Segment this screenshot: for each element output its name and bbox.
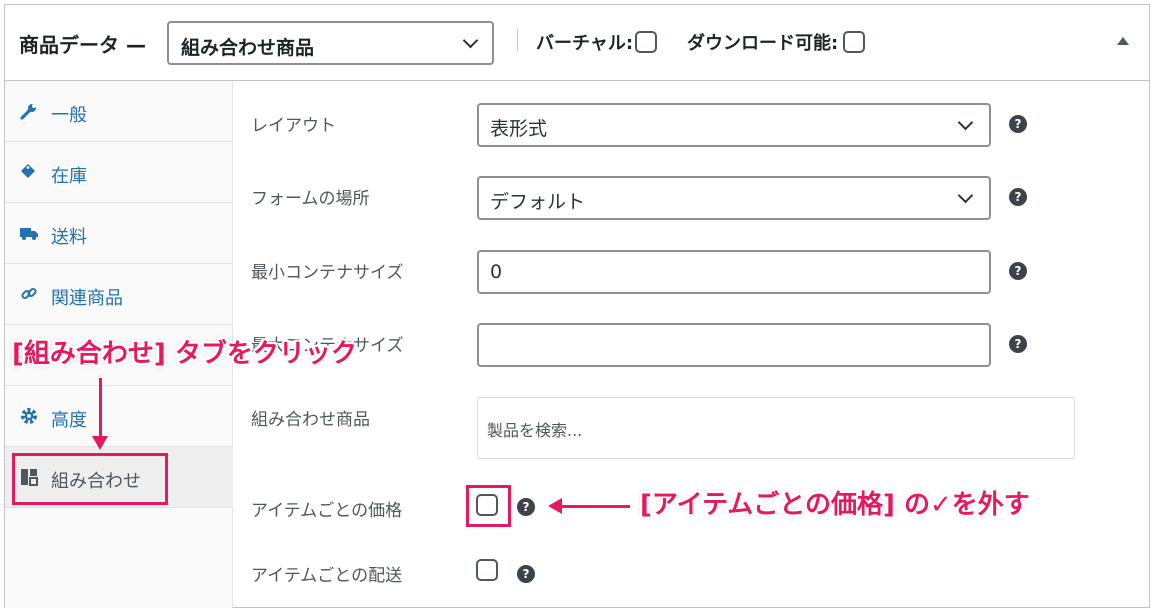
chevron-down-icon [957, 187, 974, 204]
bundle-tab-highlight [12, 453, 168, 505]
product-type-select[interactable]: 組み合わせ商品 [167, 21, 494, 65]
panel-title: 商品データ — [19, 33, 146, 57]
callout-arrow-head [92, 436, 108, 450]
tab-general-label: 一般 [51, 105, 87, 126]
price-checkbox-highlight [466, 485, 511, 527]
callout-arrow-line [99, 378, 102, 438]
chevron-down-icon [957, 114, 974, 131]
search-placeholder: 製品を検索... [487, 421, 583, 440]
tab-callout: [組み合わせ] タブをクリック [12, 339, 357, 369]
bundled-products-label: 組み合わせ商品 [251, 410, 370, 430]
form-location-value: デフォルト [490, 191, 586, 213]
form-location-select[interactable]: デフォルト [477, 176, 991, 220]
help-icon[interactable]: ? [1009, 188, 1027, 206]
link-icon [21, 287, 37, 300]
help-icon[interactable]: ? [1009, 335, 1027, 353]
help-icon[interactable]: ? [1009, 115, 1027, 133]
virtual-checkbox[interactable] [635, 31, 657, 53]
virtual-label: バーチャル: [536, 33, 634, 54]
price-callout: [アイテムごとの価格] の✓を外す [640, 490, 1030, 520]
tab-linked-products-label: 関連商品 [51, 288, 123, 309]
tab-advanced-label: 高度 [51, 410, 87, 431]
help-icon[interactable]: ? [1009, 262, 1027, 280]
tab-inventory[interactable]: 在庫 [5, 142, 233, 203]
min-size-input[interactable]: 0 [477, 250, 991, 294]
collapse-arrow-icon[interactable] [1117, 37, 1129, 45]
min-size-label: 最小コンテナサイズ [251, 263, 404, 283]
per-item-price-label: アイテムごとの価格 [251, 501, 403, 521]
max-size-input[interactable] [477, 323, 991, 367]
layout-label: レイアウト [251, 116, 336, 136]
help-icon[interactable]: ? [517, 565, 535, 583]
form-location-label: フォームの場所 [251, 189, 370, 209]
wrench-icon [20, 104, 36, 120]
panel-header: 商品データ — 組み合わせ商品 バーチャル: ダウンロード可能: [5, 5, 1149, 81]
downloadable-label: ダウンロード可能: [687, 33, 839, 54]
tab-linked-products[interactable]: 関連商品 [5, 264, 233, 325]
per-item-shipping-label: アイテムごとの配送 [251, 566, 403, 586]
per-item-shipping-checkbox[interactable] [476, 559, 498, 581]
downloadable-checkbox[interactable] [843, 31, 865, 53]
tab-inventory-label: 在庫 [51, 166, 87, 187]
tab-shipping[interactable]: 送料 [5, 203, 233, 264]
help-icon[interactable]: ? [517, 498, 535, 516]
header-divider [517, 29, 518, 51]
truck-icon [20, 228, 38, 240]
tab-shipping-label: 送料 [51, 227, 87, 248]
layout-select[interactable]: 表形式 [477, 103, 991, 147]
tab-general[interactable]: 一般 [5, 81, 233, 142]
layout-value: 表形式 [490, 118, 548, 140]
tag-icon [21, 164, 35, 178]
product-type-value: 組み合わせ商品 [181, 37, 315, 59]
bundled-products-search[interactable]: 製品を検索... [477, 397, 1075, 459]
callout-arrow-line [560, 505, 630, 508]
tab-advanced[interactable]: 高度 [5, 386, 233, 447]
chevron-down-icon [462, 32, 479, 49]
min-size-value: 0 [490, 261, 503, 283]
gear-icon [21, 408, 37, 424]
